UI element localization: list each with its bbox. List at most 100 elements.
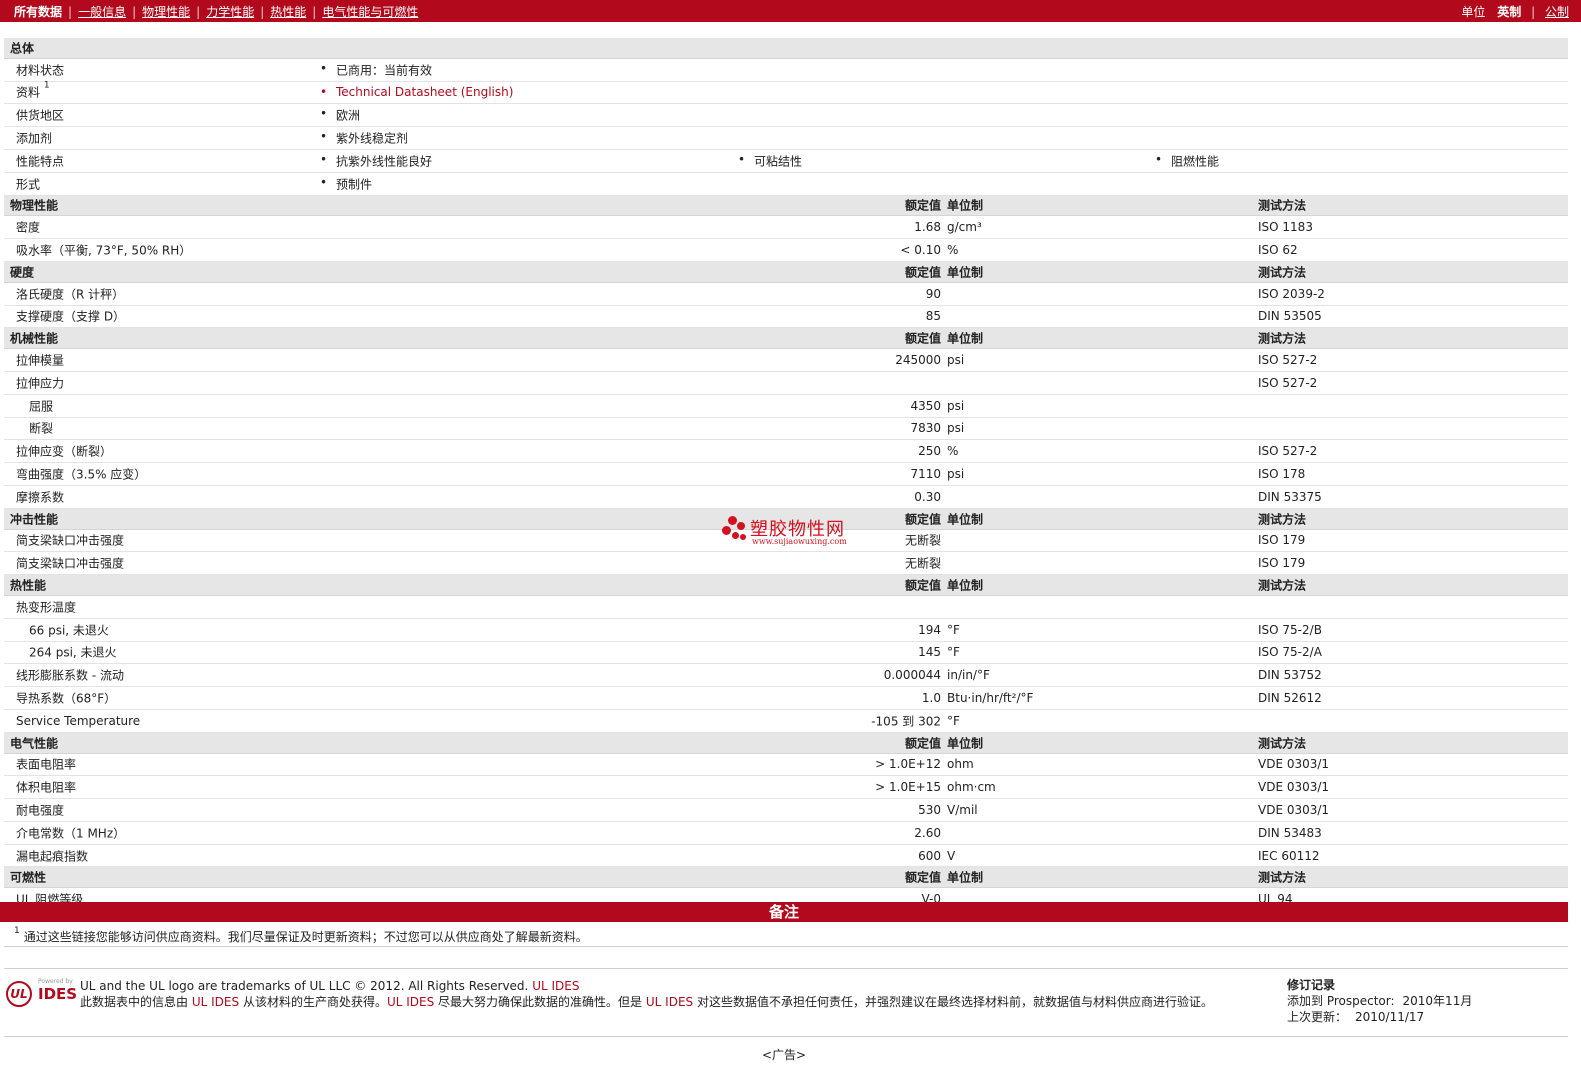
unit-imperial-link[interactable]: 英制 [1497, 5, 1521, 19]
datasheet-link[interactable]: Technical Datasheet (English) [320, 85, 513, 99]
property-value: 0.30 [914, 489, 941, 504]
property-value: 7110 [910, 467, 941, 482]
section-nav: 所有数据 | 一般信息 | 物理性能 | 力学性能 | 热性能 | 电气性能与可燃性 [14, 3, 418, 20]
divider [4, 968, 1568, 969]
property-unit: % [947, 444, 959, 459]
nav-separator: | [1531, 5, 1536, 19]
nav-link-4[interactable]: 热性能 [270, 5, 306, 19]
col-header-unit: 单位制 [947, 736, 984, 751]
property-value: < 0.10 [900, 243, 941, 258]
property-row: 拉伸应变（断裂） 250% ISO 527-2 [4, 440, 1568, 464]
property-label: 耐电强度 [16, 803, 65, 818]
test-method: ISO 178 [1258, 467, 1306, 482]
property-value: > 1.0E+15 [875, 780, 941, 795]
property-value: > 1.0E+12 [875, 757, 941, 772]
col-header-unit: 单位制 [947, 870, 984, 885]
property-row: 热变形温度 [4, 596, 1568, 619]
notes-title: 备注 [0, 902, 1568, 922]
nav-separator: | [260, 5, 265, 19]
nav-separator: | [312, 5, 317, 19]
general-row: 供货地区 欧洲 [4, 104, 1568, 128]
property-value: 245000 [895, 353, 941, 368]
property-unit: psi [947, 398, 965, 413]
col-header-unit: 单位制 [947, 578, 984, 593]
nav-link-0[interactable]: 所有数据 [14, 5, 62, 19]
bullet-value: 可粘结性 [738, 152, 802, 169]
updated-value: 2010/11/17 [1355, 1010, 1425, 1024]
col-header-test: 测试方法 [1258, 265, 1307, 280]
property-unit: % [947, 243, 959, 258]
col-header-test: 测试方法 [1258, 736, 1307, 751]
nav-link-1[interactable]: 一般信息 [78, 5, 126, 19]
property-row: 拉伸应力 ISO 527-2 [4, 372, 1568, 395]
test-method: ISO 62 [1258, 243, 1298, 258]
property-value: 145 [918, 645, 941, 660]
test-method: DIN 53505 [1258, 309, 1322, 324]
row-label: 资料 [16, 85, 41, 100]
property-label: 体积电阻率 [16, 780, 77, 795]
property-value: 7830 [910, 421, 941, 436]
bullet-value: 预制件 [320, 175, 372, 192]
unit-metric-link[interactable]: 公制 [1545, 5, 1569, 19]
col-header-unit: 单位制 [947, 198, 984, 213]
property-row: 弯曲强度（3.5% 应变） 7110 psi ISO 178 [4, 463, 1568, 486]
property-value: 90 [925, 286, 941, 301]
disclaimer-part: 从该材料的生产商处获得。 [242, 995, 387, 1009]
col-header-value: 额定值 [904, 870, 941, 885]
property-row: 支撑硬度（支撑 D） 85 DIN 53505 [4, 306, 1568, 329]
nav-link-3[interactable]: 力学性能 [206, 5, 254, 19]
general-row: 添加剂 紫外线稳定剂 [4, 127, 1568, 150]
col-header-value: 额定值 [904, 265, 941, 280]
revision-title: 修订记录 [1287, 978, 1336, 992]
ul-ides-link[interactable]: UL IDES [532, 979, 579, 993]
col-header-test: 测试方法 [1258, 512, 1307, 527]
property-unit: V [947, 848, 956, 863]
test-method: ISO 75-2/B [1258, 622, 1322, 637]
section-header: 硬度 额定值 单位制 测试方法 [4, 261, 1568, 283]
property-label: Service Temperature [16, 713, 141, 728]
property-row: 拉伸模量 245000 psi ISO 527-2 [4, 349, 1568, 372]
section-header: 热性能 额定值 单位制 测试方法 [4, 575, 1568, 596]
property-label: 264 psi, 未退火 [29, 645, 117, 660]
property-unit: V/mil [947, 802, 978, 817]
property-value: 194 [918, 622, 941, 637]
property-unit: g/cm³ [947, 220, 982, 235]
top-nav-bar: 所有数据 | 一般信息 | 物理性能 | 力学性能 | 热性能 | 电气性能与可燃性 单位 英制 |… [0, 0, 1581, 22]
disclaimer-part: UL IDES [386, 995, 435, 1009]
test-method: DIN 52612 [1258, 691, 1322, 705]
col-header-value: 额定值 [904, 736, 941, 751]
col-header-test: 测试方法 [1258, 578, 1307, 593]
col-header-test: 测试方法 [1258, 198, 1307, 213]
disclaimer-part: 尽最大努力确保此数据的准确性。但是 [438, 995, 643, 1009]
property-row: 摩擦系数 0.30 DIN 53375 [4, 486, 1568, 509]
property-value: 无断裂 [904, 556, 941, 571]
nav-separator: | [132, 5, 137, 19]
disclaimer-part: 对这些数据值不承担任何责任，并强烈建议在最终选择材料前，就数据值与材料供应商进行… [696, 995, 1213, 1009]
revision-history: 修订记录 添加到 Prospector: 2010年11月 上次更新： 2010/1… [1287, 977, 1472, 1025]
test-method: DIN 53752 [1258, 668, 1322, 683]
property-value: 600 [918, 848, 941, 863]
property-unit: psi [947, 353, 965, 368]
property-label: 吸水率（平衡, 73°F, 50% RH） [16, 243, 192, 258]
property-label: 热变形温度 [16, 600, 77, 615]
nav-link-2[interactable]: 物理性能 [142, 5, 190, 19]
property-unit: in/in/°F [947, 668, 990, 683]
unit-switcher: 单位 英制 | 公制 [1461, 3, 1569, 20]
test-method: ISO 527-2 [1258, 375, 1318, 390]
test-method: DIN 53483 [1258, 825, 1322, 840]
property-label: 66 psi, 未退火 [29, 623, 109, 638]
col-header-unit: 单位制 [947, 265, 984, 280]
test-method: ISO 179 [1258, 556, 1306, 571]
section-title: 总体 [10, 41, 35, 56]
property-label: 导热系数（68°F） [16, 691, 117, 706]
property-label: 简支梁缺口冲击强度 [16, 533, 125, 548]
property-row: 66 psi, 未退火 194 °F ISO 75-2/B [4, 619, 1568, 642]
col-header-value: 额定值 [904, 512, 941, 527]
section-title: 物理性能 [10, 198, 59, 213]
property-row: 漏电起痕指数 600 V IEC 60112 [4, 845, 1568, 868]
nav-link-5[interactable]: 电气性能与可燃性 [322, 5, 418, 19]
row-label-wrap: 资料 1 [16, 81, 50, 101]
property-row: Service Temperature -105 到 302 °F [4, 710, 1568, 733]
property-label: 介电常数（1 MHz） [16, 826, 126, 841]
property-value: 1.0 [921, 691, 941, 705]
